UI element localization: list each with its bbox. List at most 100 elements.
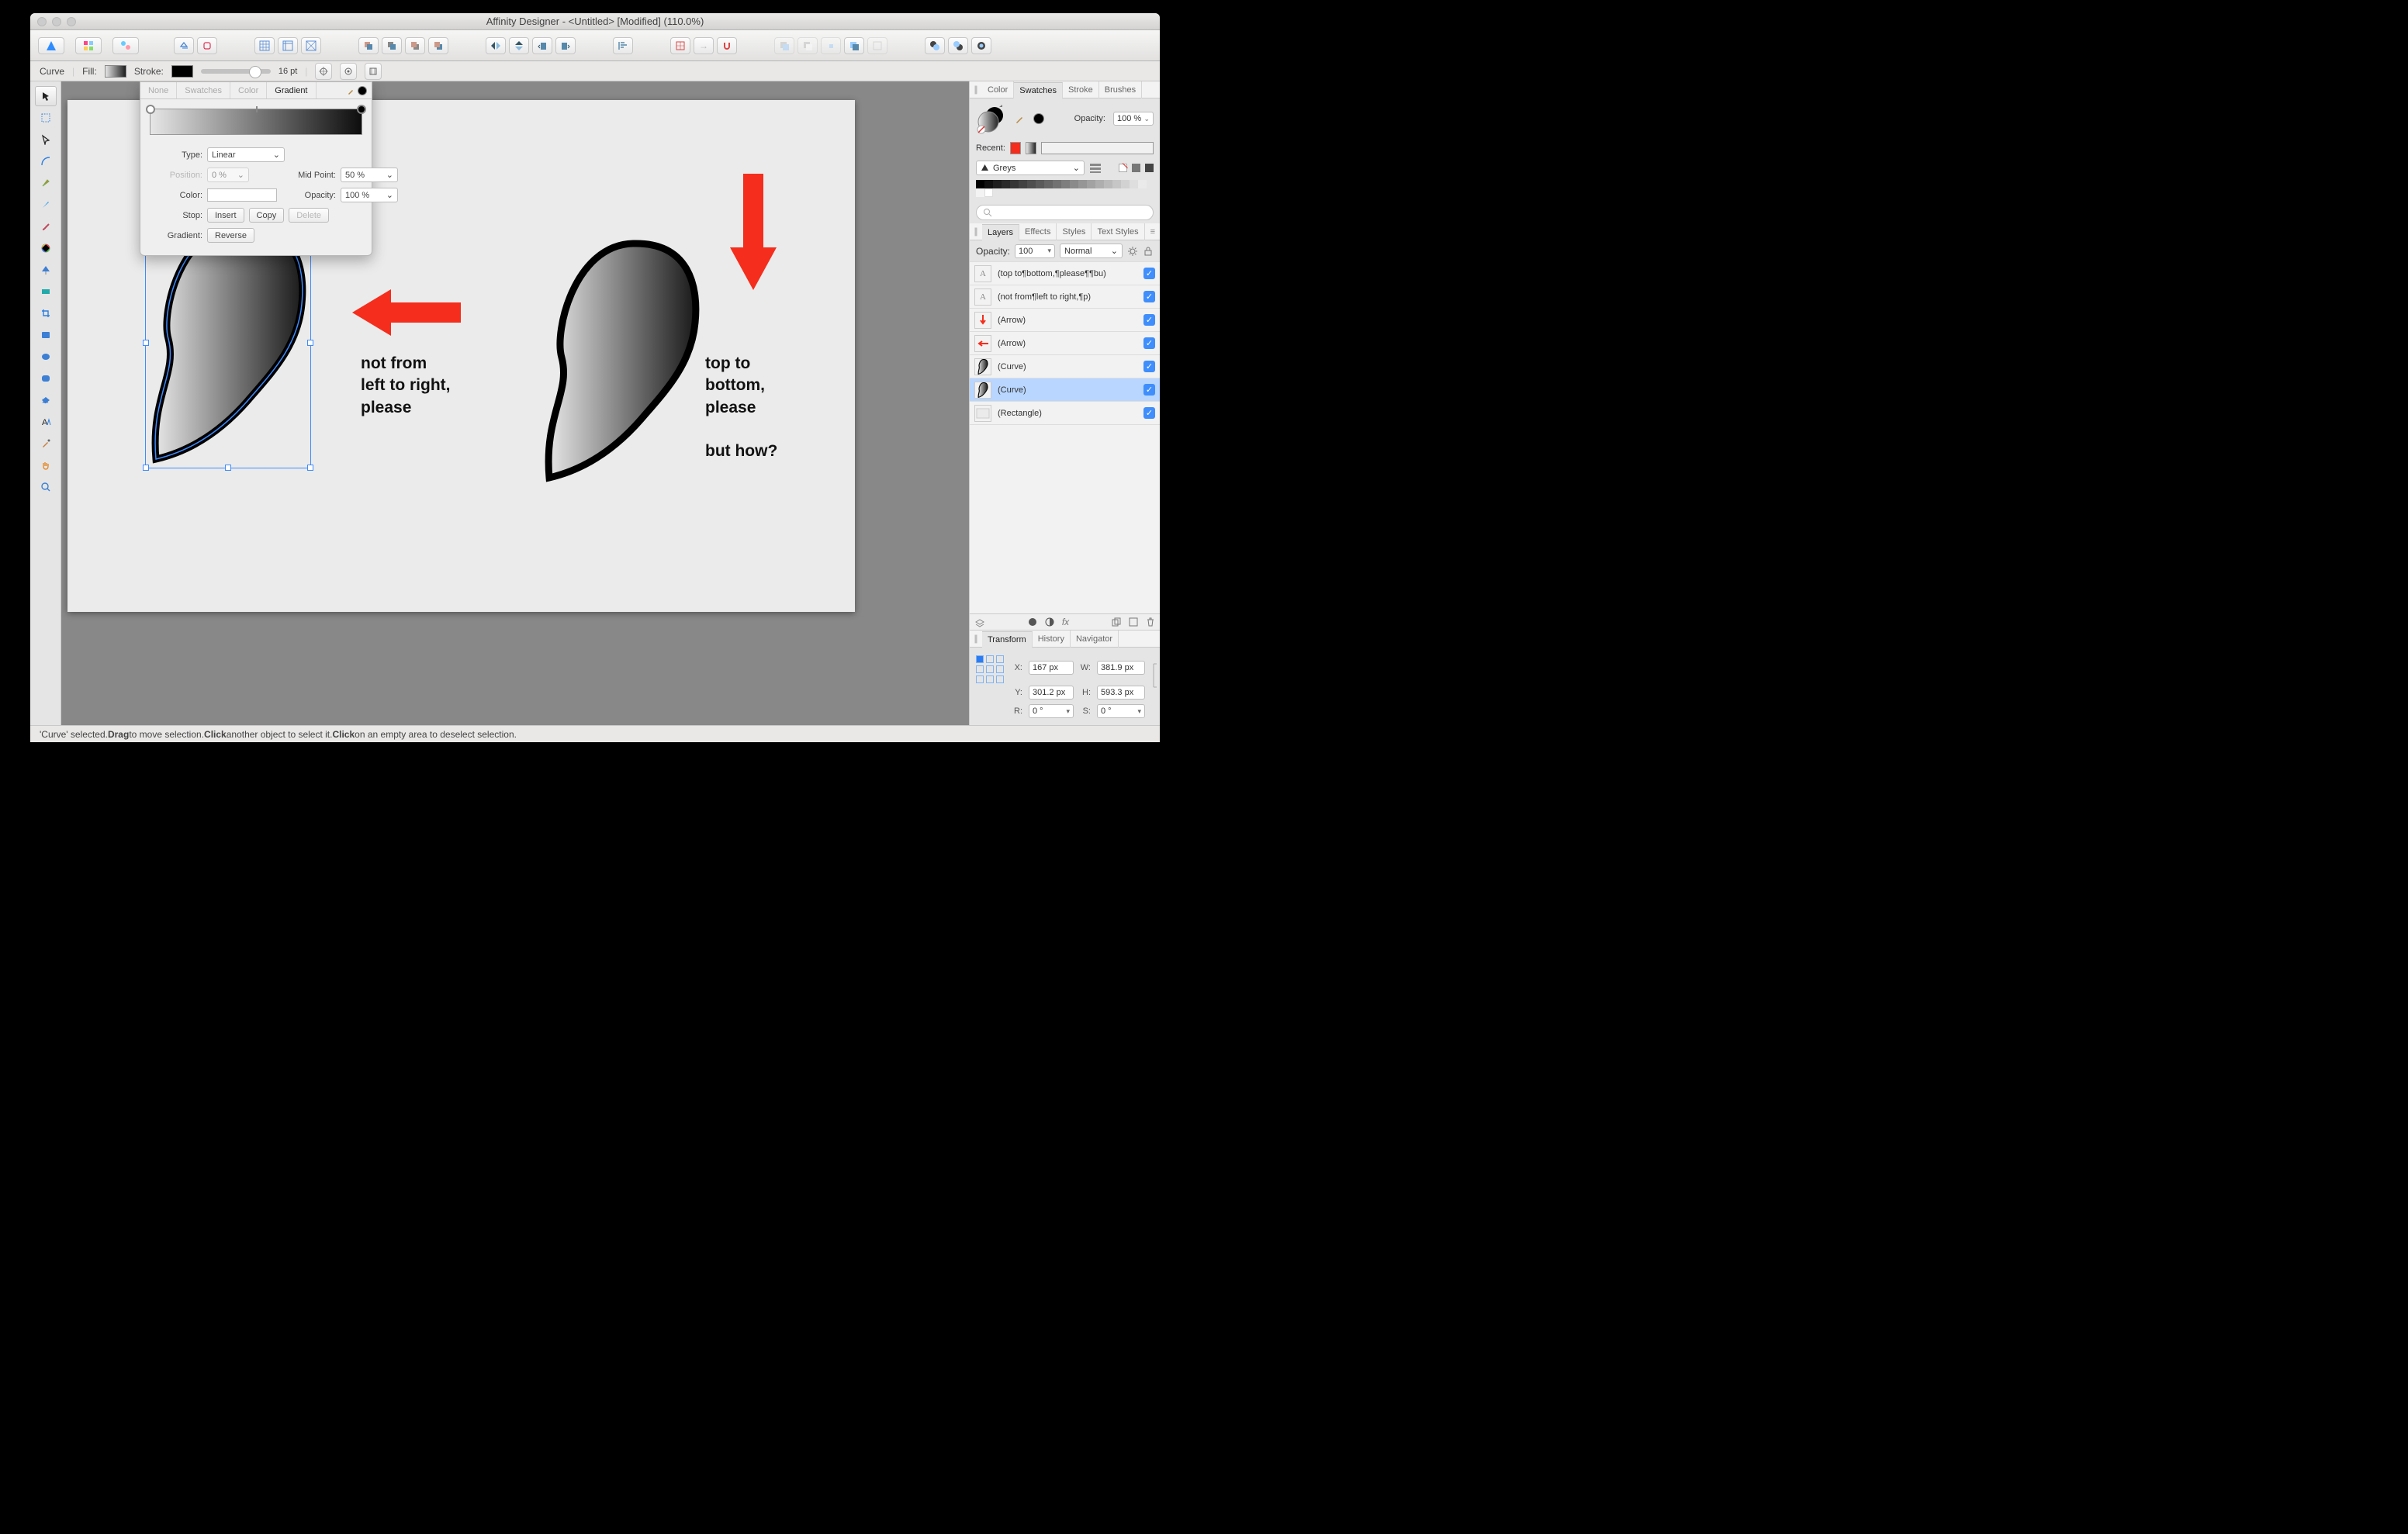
gradient-preview[interactable] bbox=[150, 109, 362, 135]
tab-layers[interactable]: Layers bbox=[982, 224, 1019, 241]
move-back-button[interactable] bbox=[358, 37, 379, 54]
forward-one-button[interactable] bbox=[405, 37, 425, 54]
rotate-cw-button[interactable] bbox=[555, 37, 576, 54]
w-field[interactable]: 381.9 px bbox=[1097, 661, 1145, 675]
crop-tool[interactable] bbox=[35, 303, 57, 323]
x-field[interactable]: 167 px bbox=[1029, 661, 1074, 675]
grey-swatch[interactable] bbox=[1132, 164, 1140, 172]
blend-mode-select[interactable]: Normal⌄ bbox=[1060, 244, 1123, 258]
r-field[interactable]: 0 °▾ bbox=[1029, 704, 1074, 718]
layer-item[interactable]: (Rectangle)✓ bbox=[970, 402, 1160, 425]
text-tool[interactable]: A bbox=[35, 412, 57, 432]
grey-swatches-row2[interactable] bbox=[976, 188, 1154, 197]
gear-icon[interactable] bbox=[1127, 246, 1138, 257]
last-picked-color[interactable] bbox=[1033, 113, 1044, 124]
artboard-tool[interactable] bbox=[35, 108, 57, 128]
tab-color[interactable]: Color bbox=[982, 81, 1014, 98]
hand-tool[interactable] bbox=[35, 455, 57, 475]
insert-target-top-button[interactable] bbox=[971, 37, 991, 54]
move-front-button[interactable] bbox=[428, 37, 448, 54]
show-grid-button[interactable] bbox=[254, 37, 275, 54]
lock-icon[interactable] bbox=[1143, 246, 1154, 257]
arrow-left-shape[interactable] bbox=[352, 285, 461, 340]
visibility-checkbox[interactable]: ✓ bbox=[1143, 361, 1155, 372]
swatch-search-input[interactable] bbox=[976, 205, 1154, 220]
h-field[interactable]: 593.3 px bbox=[1097, 686, 1145, 700]
tab-stroke[interactable]: Stroke bbox=[1063, 81, 1099, 98]
layer-item[interactable]: (Curve)✓ bbox=[970, 355, 1160, 378]
tab-textstyles[interactable]: Text Styles bbox=[1092, 223, 1144, 240]
show-guides-button[interactable] bbox=[278, 37, 298, 54]
fill-tool[interactable] bbox=[35, 260, 57, 280]
dark-swatch[interactable] bbox=[1145, 164, 1154, 172]
recent-color-2[interactable] bbox=[1026, 142, 1036, 154]
s-field[interactable]: 0 °▾ bbox=[1097, 704, 1145, 718]
visibility-checkbox[interactable]: ✓ bbox=[1143, 337, 1155, 349]
show-margins-button[interactable] bbox=[301, 37, 321, 54]
none-swatch[interactable] bbox=[1119, 164, 1127, 172]
anchor-grid[interactable] bbox=[976, 655, 1004, 720]
curve-shape-right[interactable] bbox=[540, 237, 703, 485]
pen-tool[interactable] bbox=[35, 173, 57, 193]
rectangle-tool[interactable] bbox=[35, 325, 57, 345]
color-picker-tool[interactable] bbox=[35, 238, 57, 258]
popup-eyedropper[interactable] bbox=[342, 82, 372, 98]
add-button[interactable] bbox=[174, 37, 194, 54]
transparency-tool[interactable] bbox=[35, 282, 57, 302]
panel-eyedropper-icon[interactable] bbox=[1015, 113, 1026, 124]
persona-pixel[interactable] bbox=[75, 37, 102, 54]
edit-layers-icon[interactable] bbox=[974, 617, 985, 627]
pencil-tool[interactable] bbox=[35, 195, 57, 215]
popup-tab-color[interactable]: Color bbox=[230, 82, 267, 98]
minimize-window-icon[interactable] bbox=[52, 17, 61, 26]
reverse-gradient-button[interactable]: Reverse bbox=[207, 228, 254, 243]
force-pixel-button[interactable]: → bbox=[694, 37, 714, 54]
geom-intersect-button[interactable] bbox=[821, 37, 841, 54]
visibility-checkbox[interactable]: ✓ bbox=[1143, 268, 1155, 279]
stop-color-well[interactable] bbox=[207, 188, 277, 202]
geom-divide-button[interactable] bbox=[867, 37, 887, 54]
stroke-well[interactable] bbox=[171, 65, 193, 78]
swatch-menu-icon[interactable] bbox=[1089, 162, 1102, 174]
shape-tool[interactable] bbox=[35, 390, 57, 410]
move-tool[interactable] bbox=[35, 86, 57, 106]
tab-brushes[interactable]: Brushes bbox=[1099, 81, 1142, 98]
snap-magnet-button[interactable] bbox=[717, 37, 737, 54]
tab-styles[interactable]: Styles bbox=[1057, 223, 1092, 240]
subtract-button[interactable] bbox=[197, 37, 217, 54]
popup-tab-none[interactable]: None bbox=[140, 82, 177, 98]
visibility-checkbox[interactable]: ✓ bbox=[1143, 314, 1155, 326]
tab-history[interactable]: History bbox=[1033, 631, 1071, 648]
insert-target-behind-button[interactable] bbox=[948, 37, 968, 54]
copy-stop-button[interactable]: Copy bbox=[249, 208, 285, 223]
lock-aspect-icon[interactable] bbox=[1151, 662, 1159, 689]
canvas-viewport[interactable]: not from left to right, please top to bo… bbox=[61, 81, 969, 725]
back-one-button[interactable] bbox=[382, 37, 402, 54]
geom-xor-button[interactable] bbox=[844, 37, 864, 54]
node-tool[interactable] bbox=[35, 130, 57, 150]
recent-color-1[interactable] bbox=[1010, 142, 1021, 154]
layer-item[interactable]: A(top to¶bottom,¶please¶¶bu)✓ bbox=[970, 262, 1160, 285]
gradient-type-select[interactable]: Linear⌄ bbox=[207, 147, 285, 162]
hide-selection-button[interactable] bbox=[340, 63, 357, 80]
grey-swatches-row[interactable] bbox=[976, 180, 1154, 188]
swatch-opacity-field[interactable]: 100 %⌄ bbox=[1113, 112, 1154, 126]
transform-mode-button[interactable] bbox=[365, 63, 382, 80]
close-window-icon[interactable] bbox=[37, 17, 47, 26]
gradient-midpoint-handle[interactable] bbox=[256, 106, 258, 112]
rounded-rect-tool[interactable] bbox=[35, 368, 57, 389]
snap-button[interactable] bbox=[670, 37, 690, 54]
adjust-icon[interactable] bbox=[1045, 617, 1054, 627]
persona-export[interactable] bbox=[112, 37, 139, 54]
insert-target-inside-button[interactable] bbox=[925, 37, 945, 54]
trash-icon[interactable] bbox=[1146, 617, 1155, 627]
visibility-checkbox[interactable]: ✓ bbox=[1143, 384, 1155, 396]
popup-tab-gradient[interactable]: Gradient bbox=[267, 82, 316, 98]
panel-menu-icon[interactable]: ≡ bbox=[1146, 227, 1160, 237]
layer-item[interactable]: (Arrow)✓ bbox=[970, 309, 1160, 332]
midpoint-field[interactable]: 50 %⌄ bbox=[341, 168, 398, 182]
visibility-checkbox[interactable]: ✓ bbox=[1143, 291, 1155, 302]
canvas-text-right[interactable]: top to bottom, please but how? bbox=[705, 353, 777, 463]
group-icon[interactable] bbox=[1129, 617, 1138, 627]
persona-designer[interactable] bbox=[38, 37, 64, 54]
